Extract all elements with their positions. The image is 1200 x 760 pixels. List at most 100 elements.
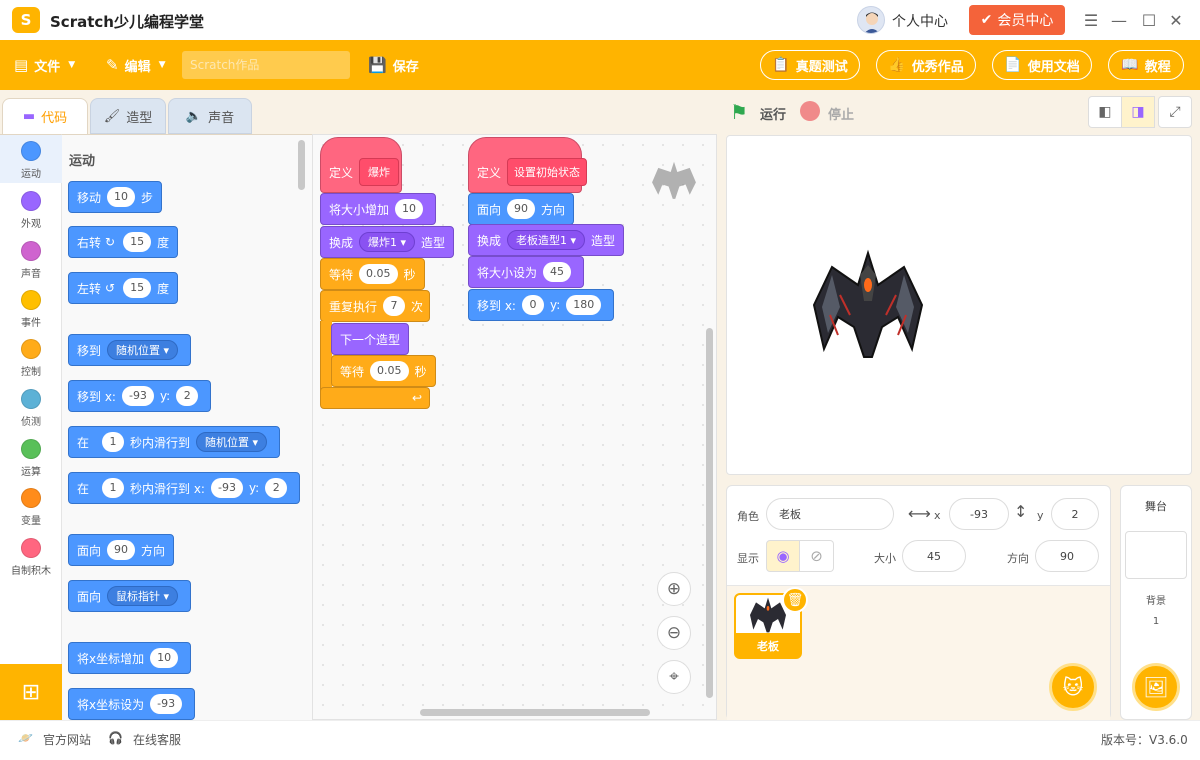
size-field[interactable]: 45 xyxy=(902,540,966,572)
zoom-reset-button[interactable]: ⌖ xyxy=(657,660,691,694)
maximize-icon[interactable]: ☐ xyxy=(1139,10,1159,30)
vip-center-button[interactable]: ✔ 会员中心 xyxy=(969,5,1065,35)
vertical-scrollbar[interactable] xyxy=(706,328,713,698)
block-next-costume[interactable]: 下一个造型 xyxy=(331,323,410,355)
block-change-x[interactable]: 将x坐标增加 10 xyxy=(68,642,192,674)
tab-sound[interactable]: 🔈 声音 xyxy=(168,98,252,134)
block-input[interactable]: 0.05 xyxy=(370,361,409,381)
block-input[interactable]: 45 xyxy=(543,262,572,282)
block-define-explode[interactable]: 定义 爆炸 xyxy=(320,137,402,193)
block-set-x[interactable]: 将x坐标设为 -93 xyxy=(68,688,196,720)
add-backdrop-button[interactable]: 🖼 xyxy=(1132,663,1180,711)
zoom-in-button[interactable]: ⊕ xyxy=(657,572,691,606)
stop-label[interactable]: 停止 xyxy=(828,104,854,123)
add-sprite-button[interactable]: 🐱 xyxy=(1049,663,1097,711)
block-input[interactable]: 1 xyxy=(102,478,125,498)
block-input[interactable]: 2 xyxy=(176,386,199,406)
block-input[interactable]: 7 xyxy=(383,296,406,316)
block-goto-xy[interactable]: 移到 x: 0 y: 180 xyxy=(468,289,615,321)
block-wait[interactable]: 等待 0.05 秒 xyxy=(331,355,436,387)
stage-thumbnail[interactable] xyxy=(1125,531,1187,579)
block-switch-costume[interactable]: 换成 老板造型1 ▾ 造型 xyxy=(468,224,625,256)
file-menu[interactable]: ▤ 文件 ▼ xyxy=(14,40,75,90)
direction-field[interactable]: 90 xyxy=(1035,540,1099,572)
zoom-out-button[interactable]: ⊖ xyxy=(657,616,691,650)
block-input[interactable]: 0.05 xyxy=(359,264,398,284)
block-input[interactable]: -93 xyxy=(210,478,243,498)
block-wait[interactable]: 等待 0.05 秒 xyxy=(320,258,425,290)
block-dropdown[interactable]: 爆炸1 ▾ xyxy=(359,232,416,252)
stop-icon[interactable] xyxy=(800,101,820,121)
x-field[interactable]: -93 xyxy=(949,498,1009,530)
normal-stage-button[interactable]: ◨ xyxy=(1121,96,1155,128)
exam-button[interactable]: 📋 真题测试 xyxy=(760,50,860,80)
block-input[interactable]: 10 xyxy=(395,199,424,219)
block-dropdown[interactable]: 随机位置 ▾ xyxy=(196,432,268,452)
category-events[interactable]: 事件 xyxy=(0,284,62,332)
block-change-size[interactable]: 将大小增加 10 xyxy=(320,193,437,225)
boss-sprite[interactable] xyxy=(810,245,926,359)
block-input[interactable]: 10 xyxy=(150,648,179,668)
featured-works-button[interactable]: 👍 优秀作品 xyxy=(876,50,976,80)
block-move-steps[interactable]: 移动 10 步 xyxy=(68,181,163,213)
block-switch-costume[interactable]: 换成 爆炸1 ▾ 造型 xyxy=(320,226,455,258)
show-sprite-button[interactable]: ◉ xyxy=(766,540,800,572)
online-support-link[interactable]: 在线客服 xyxy=(133,731,181,748)
block-input[interactable]: 2 xyxy=(265,478,288,498)
tab-costume[interactable]: 🖌 造型 xyxy=(90,98,166,134)
block-glide[interactable]: 在 1 秒内滑行到 随机位置 ▾ xyxy=(68,426,281,458)
y-field[interactable]: 2 xyxy=(1051,498,1099,530)
sprite-name-field[interactable]: 老板 xyxy=(766,498,894,530)
block-input[interactable]: 10 xyxy=(107,187,136,207)
category-control[interactable]: 控制 xyxy=(0,333,62,381)
category-operators[interactable]: 运算 xyxy=(0,433,62,481)
block-define-init[interactable]: 定义 设置初始状态 xyxy=(468,137,588,193)
block-input[interactable]: 180 xyxy=(566,295,602,315)
block-goto[interactable]: 移到 随机位置 ▾ xyxy=(68,334,192,366)
user-center-link[interactable]: 个人中心 xyxy=(892,11,948,31)
small-stage-button[interactable]: ◧ xyxy=(1088,96,1122,128)
block-turn-right[interactable]: 右转 ↻ 15 度 xyxy=(68,226,179,258)
close-icon[interactable]: ✕ xyxy=(1166,10,1186,30)
run-label[interactable]: 运行 xyxy=(760,104,786,123)
fullscreen-button[interactable]: ⤢ xyxy=(1158,96,1192,128)
official-website-link[interactable]: 官方网站 xyxy=(43,731,91,748)
block-input[interactable]: 15 xyxy=(123,232,152,252)
tab-code[interactable]: ▬ 代码 xyxy=(2,98,88,134)
block-point-towards[interactable]: 面向 鼠标指针 ▾ xyxy=(68,580,192,612)
project-name-input[interactable] xyxy=(182,51,350,79)
block-turn-left[interactable]: 左转 ↺ 15 度 xyxy=(68,272,179,304)
block-input[interactable]: 15 xyxy=(123,278,152,298)
block-input[interactable]: 0 xyxy=(521,295,544,315)
block-input[interactable]: -93 xyxy=(150,694,183,714)
avatar[interactable] xyxy=(857,6,885,34)
palette-scrollbar[interactable] xyxy=(298,140,305,190)
add-extension-button[interactable]: ⊞ xyxy=(0,664,62,720)
block-point-direction[interactable]: 面向 90 方向 xyxy=(68,534,175,566)
save-button[interactable]: 💾 保存 xyxy=(368,40,419,90)
category-looks[interactable]: 外观 xyxy=(0,185,62,233)
menu-icon[interactable]: ☰ xyxy=(1081,10,1101,30)
category-motion[interactable]: 运动 xyxy=(0,135,62,183)
tutorial-button[interactable]: 📖 教程 xyxy=(1108,50,1184,80)
edit-menu[interactable]: ✎ 编辑 ▼ xyxy=(106,40,166,90)
block-point-direction[interactable]: 面向 90 方向 xyxy=(468,193,575,225)
block-repeat[interactable]: 重复执行 7 次 xyxy=(320,290,430,322)
block-input[interactable]: 90 xyxy=(107,540,136,560)
block-dropdown[interactable]: 鼠标指针 ▾ xyxy=(107,586,179,606)
block-goto-xy[interactable]: 移到 x: -93 y: 2 xyxy=(68,380,212,412)
block-input[interactable]: 1 xyxy=(102,432,125,452)
hide-sprite-button[interactable]: ⊘ xyxy=(800,540,834,572)
block-input[interactable]: 90 xyxy=(507,199,536,219)
block-dropdown[interactable]: 随机位置 ▾ xyxy=(107,340,179,360)
block-glide-xy[interactable]: 在 1 秒内滑行到 x: -93 y: 2 xyxy=(68,472,301,504)
block-set-size[interactable]: 将大小设为 45 xyxy=(468,256,585,288)
horizontal-scrollbar[interactable] xyxy=(420,709,650,716)
category-my-blocks[interactable]: 自制积木 xyxy=(0,532,62,580)
stage-canvas[interactable] xyxy=(726,135,1192,475)
category-sensing[interactable]: 侦测 xyxy=(0,383,62,431)
minimize-icon[interactable]: — xyxy=(1109,10,1129,30)
block-dropdown[interactable]: 老板造型1 ▾ xyxy=(507,230,586,250)
category-variables[interactable]: 变量 xyxy=(0,482,62,530)
block-input[interactable]: -93 xyxy=(121,386,154,406)
